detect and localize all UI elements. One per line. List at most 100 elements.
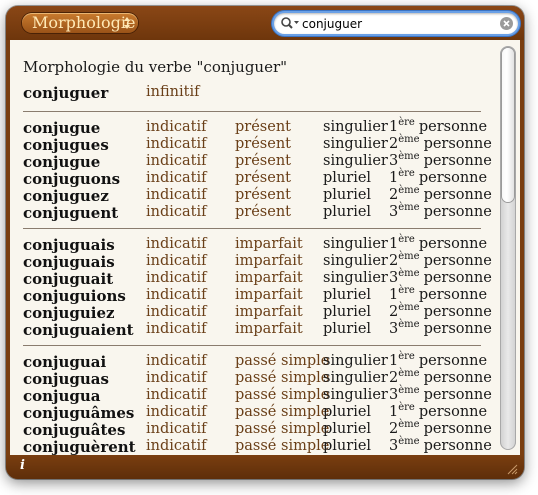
magnifier-icon[interactable] (280, 16, 300, 31)
conjugation-row: conjuguas indicatif passé simple singulier 2… (10, 368, 500, 389)
scrollbar-thumb[interactable] (502, 48, 514, 202)
person-label: 1ère personne (389, 286, 488, 304)
tense-label: présent (235, 119, 291, 135)
person-number: 1 (389, 404, 399, 420)
person-label: 3ème personne (389, 269, 492, 287)
person-ordinal-suffix: ème (398, 302, 420, 313)
conjugation-row: conjuguions indicatif imparfait pluriel 1ère… (10, 286, 500, 306)
conjugation-row: conjuguais indicatif imparfait singulier 2èm… (10, 252, 500, 272)
conjugated-form: conjuguez (23, 187, 109, 205)
mood-label: indicatif (146, 304, 207, 320)
person-number: 1 (389, 287, 399, 303)
person-label: 2ème personne (389, 252, 492, 270)
person-word: personne (418, 404, 488, 420)
conjugated-form: conjuguâmes (23, 404, 135, 422)
conjugation-row: conjugue indicatif présent singulier 3ème per… (10, 152, 500, 172)
number-label: singulier (323, 253, 388, 269)
group-separator (23, 345, 481, 346)
person-number: 1 (389, 236, 399, 252)
conjugated-form: conjuguent (23, 204, 119, 222)
person-label: 2ème personne (389, 368, 492, 387)
number-label: pluriel (323, 404, 372, 420)
search-input[interactable] (302, 14, 492, 33)
conjugation-row: conjugue indicatif présent singulier 1ère per… (10, 118, 500, 138)
conjugation-row: conjuguons indicatif présent pluriel 1ère per… (10, 169, 500, 189)
tense-label: imparfait (235, 253, 303, 269)
tense-label: présent (235, 153, 291, 169)
conjugation-row: conjuguèrent indicatif passé simple pluriel… (10, 436, 500, 456)
dictionary-window: Morphologie Morphologie du verbe "conjug… (6, 6, 524, 479)
person-label: 3ème personne (389, 202, 492, 221)
number-label: singulier (323, 353, 388, 369)
number-label: singulier (323, 119, 388, 135)
conjugated-form: conjuguai (23, 353, 107, 371)
tense-label: passé simple (235, 387, 330, 403)
person-word: personne (423, 253, 492, 269)
person-ordinal-suffix: ème (398, 202, 420, 213)
number-label: singulier (323, 270, 388, 286)
person-number: 3 (389, 387, 399, 403)
tense-label: présent (235, 136, 291, 152)
tense-label: passé simple (235, 404, 330, 420)
person-word: personne (418, 119, 488, 135)
person-number: 3 (389, 270, 399, 286)
conjugation-row: conjuguiez indicatif imparfait pluriel 2ème p… (10, 302, 500, 323)
mood-label: indicatif (146, 153, 207, 169)
person-word: personne (418, 287, 488, 303)
page-title: Morphologie du verbe "conjuguer" (23, 58, 288, 76)
person-ordinal-suffix: ème (398, 185, 420, 196)
person-ordinal-suffix: ère (398, 402, 415, 413)
vertical-scrollbar[interactable] (500, 46, 516, 450)
conjugation-row: conjuguez indicatif présent pluriel 2ème pers… (10, 185, 500, 206)
person-ordinal-suffix: ème (398, 368, 420, 379)
tense-label: imparfait (235, 270, 303, 286)
person-word: personne (423, 321, 492, 337)
person-number: 1 (389, 170, 399, 186)
conjugated-form: conjugua (23, 387, 101, 405)
conjugation-row: conjugues indicatif présent singulier 2ème pe… (10, 135, 500, 155)
conjugated-form: conjuguâtes (23, 421, 126, 439)
conjugation-row: conjuguais indicatif imparfait singulier 1èr… (10, 234, 500, 255)
person-ordinal-suffix: ème (398, 436, 420, 447)
person-word: personne (423, 270, 492, 286)
person-label: 2ème personne (389, 419, 492, 438)
conjugated-form: conjuguaient (23, 321, 134, 339)
person-word: personne (423, 153, 492, 169)
resize-grip-icon[interactable] (506, 463, 518, 475)
tense-label: présent (235, 204, 291, 220)
search-field[interactable] (274, 13, 518, 34)
person-number: 2 (389, 370, 399, 386)
person-label: 2ème personne (389, 135, 492, 153)
tense-label: passé simple (235, 353, 330, 369)
conjugation-row: conjuguâtes indicatif passé simple pluriel 2… (10, 419, 500, 440)
number-label: singulier (323, 370, 388, 386)
person-ordinal-suffix: ème (398, 419, 420, 430)
person-ordinal-suffix: ère (398, 234, 415, 245)
tense-label: passé simple (235, 421, 330, 437)
conjugated-form: conjuguais (23, 236, 115, 254)
dictionary-select[interactable]: Morphologie (22, 13, 138, 33)
person-number: 1 (389, 353, 399, 369)
conjugation-row: conjuguâmes indicatif passé simple pluriel 1… (10, 402, 500, 423)
tense-label: imparfait (235, 287, 303, 303)
person-number: 3 (389, 153, 399, 169)
mood-label: indicatif (146, 236, 207, 252)
number-label: pluriel (323, 170, 372, 186)
person-ordinal-suffix: ème (398, 385, 420, 396)
conjugated-form: conjuguait (23, 270, 114, 288)
conjugated-form: conjuguas (23, 370, 109, 388)
person-label: 3ème personne (389, 152, 492, 170)
info-icon[interactable]: i (20, 458, 34, 474)
person-word: personne (423, 387, 492, 403)
mood-label: indicatif (146, 136, 207, 152)
person-word: personne (423, 370, 492, 386)
clear-search-icon[interactable] (500, 17, 513, 30)
mood-label: indicatif (146, 404, 207, 420)
conjugated-form: conjuguiez (23, 304, 115, 322)
bottom-bar: i (6, 455, 524, 479)
tense-label: passé simple (235, 370, 330, 386)
person-label: 2ème personne (389, 185, 492, 204)
infinitive-mood: infinitif (146, 84, 200, 100)
person-word: personne (418, 236, 488, 252)
person-word: personne (423, 136, 492, 152)
